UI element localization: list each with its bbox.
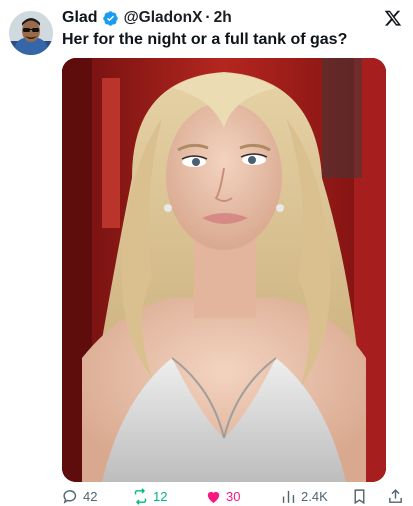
retweet-count: 12 <box>153 488 168 504</box>
reply-button[interactable]: 42 <box>62 488 97 505</box>
reply-icon <box>63 489 77 504</box>
tweet-header: Glad @GladonX · 2h <box>62 8 232 28</box>
photo-image <box>62 58 386 482</box>
author-avatar[interactable] <box>9 11 53 55</box>
verified-badge-icon <box>102 10 118 26</box>
like-count: 30 <box>226 488 241 504</box>
separator-dot: · <box>205 9 211 26</box>
reply-count: 42 <box>83 488 98 504</box>
views-button[interactable]: 2.4K <box>280 488 328 505</box>
tweet-photo[interactable] <box>62 58 386 482</box>
tweet-actions: 42 12 30 2.4K <box>62 486 407 506</box>
author-name[interactable]: Glad <box>62 9 98 27</box>
retweet-button[interactable]: 12 <box>132 487 168 505</box>
tweet-text: Her for the night or a full tank of gas? <box>62 31 348 48</box>
heart-icon <box>207 491 220 503</box>
share-icon <box>389 488 402 503</box>
views-chart-icon <box>282 490 295 503</box>
share-button[interactable] <box>387 488 404 505</box>
retweet-icon <box>134 487 147 505</box>
bookmark-icon <box>354 488 365 504</box>
tweet-timestamp[interactable]: 2h <box>214 9 232 27</box>
author-handle[interactable]: @GladonX <box>124 9 203 27</box>
bookmark-button[interactable] <box>351 488 368 505</box>
like-button[interactable]: 30 <box>205 488 240 505</box>
x-logo-icon[interactable] <box>384 9 402 27</box>
views-count: 2.4K <box>301 488 328 504</box>
avatar-image <box>9 11 53 55</box>
